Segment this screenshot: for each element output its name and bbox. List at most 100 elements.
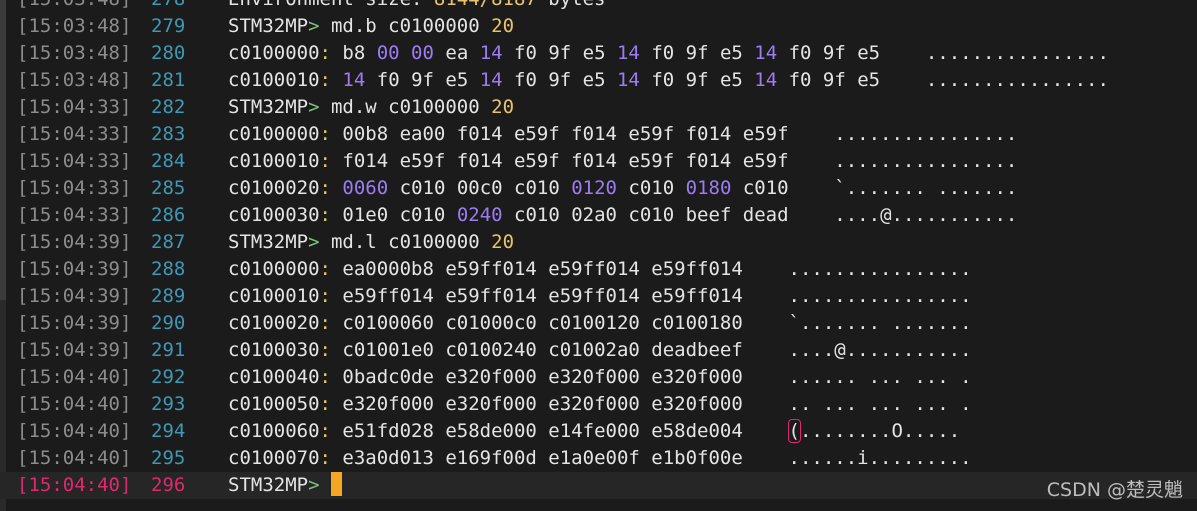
text-segment: 00 00 [376, 42, 434, 64]
terminal-line: [15:04:33] 285 c0100020: 0060 c010 00c0 c0… [0, 175, 1197, 202]
text-segment: 0120 [571, 177, 617, 199]
text-segment: f0 9f e5 ................ [777, 42, 1109, 64]
text-segment: c01001e0 c0100240 c01002a0 deadbeef ....… [330, 339, 972, 361]
text-segment: 01e0 c010 [330, 204, 457, 226]
text-cursor [330, 472, 342, 496]
text-segment: f0 9f e5 [502, 42, 617, 64]
text-segment: c010 [616, 177, 686, 199]
text-segment: > [308, 96, 331, 118]
line-content: c0100000: ea0000b8 e59ff014 e59ff014 e59… [228, 256, 972, 283]
terminal-line: [15:04:39] 291 c0100030: c01001e0 c0100240… [0, 337, 1197, 364]
timestamp: [15:04:33] [17, 96, 132, 118]
line-number: 289 [151, 285, 186, 307]
text-segment: STM32MP [228, 231, 309, 253]
text-segment: 14 [616, 42, 640, 64]
text-segment: c010 00c0 c010 [388, 177, 572, 199]
text-segment: c0100070 [228, 447, 320, 469]
timestamp: [15:04:40] [17, 474, 132, 496]
line-number: 286 [151, 204, 186, 226]
serial-terminal[interactable]: [15:03:48] 278 Environment size: 8144/8187… [0, 0, 1197, 511]
text-segment: : [319, 42, 331, 64]
line-number: 280 [151, 42, 186, 64]
text-segment: c0100060 [228, 420, 320, 442]
text-segment: e51fd028 e58de000 e14fe000 e58de004 [330, 420, 789, 442]
line-number: 293 [151, 393, 186, 415]
text-segment: ea0000b8 e59ff014 e59ff014 e59ff014 ....… [330, 258, 972, 280]
terminal-line: [15:04:40] 294 c0100060: e51fd028 e58de000… [0, 418, 1197, 445]
text-segment: : [319, 177, 331, 199]
text-segment: c0100040 [228, 366, 320, 388]
timestamp: [15:04:39] [17, 339, 132, 361]
text-segment: > [308, 474, 331, 496]
line-content: c0100000: b8 00 00 ea 14 f0 9f e5 14 f0 … [228, 40, 1109, 67]
line-number: 290 [151, 312, 186, 334]
terminal-line: [15:03:48] 280 c0100000: b8 00 00 ea 14 f0… [0, 40, 1197, 67]
terminal-line: [15:04:39] 288 c0100000: ea0000b8 e59ff014… [0, 256, 1197, 283]
line-number: 288 [151, 258, 186, 280]
text-segment: 14 [754, 42, 778, 64]
line-number: 284 [151, 150, 186, 172]
terminal-line: [15:04:39] 289 c0100010: e59ff014 e59ff014… [0, 283, 1197, 310]
text-segment: f0 9f e5 ................ [777, 69, 1109, 91]
terminal-line: [15:04:40] 295 c0100070: e3a0d013 e169f00d… [0, 445, 1197, 472]
text-segment: 20 [491, 96, 515, 118]
text-segment: c0100010 [228, 69, 320, 91]
text-segment: : [319, 204, 331, 226]
timestamp: [15:04:40] [17, 393, 132, 415]
text-segment: STM32MP [228, 96, 309, 118]
text-segment [331, 69, 342, 91]
text-segment: Environment size: [228, 0, 434, 10]
text-segment: : [319, 150, 331, 172]
line-number: 282 [151, 96, 186, 118]
text-segment: c0100000 [228, 258, 320, 280]
text-segment: c010 `....... ....... [731, 177, 1018, 199]
timestamp: [15:03:48] [17, 0, 131, 13]
text-segment: c0100000 [228, 123, 320, 145]
line-content: c0100030: c01001e0 c0100240 c01002a0 dea… [228, 337, 972, 364]
text-segment: : [319, 339, 331, 361]
line-content: c0100060: e51fd028 e58de000 e14fe000 e58… [228, 418, 960, 445]
text-segment: c0100010 [228, 150, 320, 172]
text-segment: e3a0d013 e169f00d e1a0e00f e1b0f00e ....… [330, 447, 972, 469]
timestamp: [15:04:40] [17, 447, 132, 469]
text-segment: f0 9f e5 [502, 69, 617, 91]
line-content: c0100050: e320f000 e320f000 e320f000 e32… [228, 391, 972, 418]
line-content: Environment size: 8144/8187 bytes [228, 0, 606, 13]
timestamp: [15:04:39] [17, 312, 132, 334]
terminal-line-current: [15:04:40] 296 STM32MP> [0, 472, 1197, 499]
text-segment: : [319, 447, 331, 469]
line-number: 295 [151, 447, 186, 469]
text-segment: : [319, 69, 331, 91]
text-segment: : [319, 123, 331, 145]
text-segment: e320f000 e320f000 e320f000 e320f000 .. .… [330, 393, 972, 415]
text-segment: c0100000 [228, 42, 320, 64]
text-segment: 8144/8187 [434, 0, 537, 10]
line-content: STM32MP> md.l c0100000 20 [228, 229, 514, 256]
text-segment: c0100020 [228, 177, 320, 199]
text-segment: bytes [537, 0, 605, 10]
line-content: c0100010: f014 e59f f014 e59f f014 e59f … [228, 148, 1017, 175]
text-segment: f0 9f e5 [365, 69, 480, 91]
text-segment: c0100020 [228, 312, 320, 334]
text-segment: ( [787, 419, 802, 443]
line-content: c0100000: 00b8 ea00 f014 e59f f014 e59f … [228, 121, 1017, 148]
line-number: 296 [151, 474, 186, 496]
line-number: 292 [151, 366, 186, 388]
text-segment: STM32MP [228, 15, 309, 37]
terminal-line: [15:04:33] 283 c0100000: 00b8 ea00 f014 e5… [0, 121, 1197, 148]
text-segment: md.l c0100000 [330, 231, 492, 253]
text-segment: c0100050 [228, 393, 320, 415]
text-segment: 20 [491, 231, 515, 253]
timestamp: [15:04:39] [17, 285, 132, 307]
line-number: 279 [151, 15, 186, 37]
text-segment: md.b c0100000 [330, 15, 492, 37]
text-segment: 0badc0de e320f000 e320f000 e320f000 ....… [330, 366, 972, 388]
text-segment: 14 [342, 69, 366, 91]
timestamp: [15:04:33] [17, 123, 132, 145]
line-number: 285 [151, 177, 186, 199]
terminal-line: [15:04:40] 293 c0100050: e320f000 e320f000… [0, 391, 1197, 418]
terminal-line: [15:04:33] 286 c0100030: 01e0 c010 0240 c0… [0, 202, 1197, 229]
text-segment: c0100060 c01000c0 c0100120 c0100180 `...… [330, 312, 972, 334]
terminal-line: [15:03:48] 279 STM32MP> md.b c0100000 20 [0, 13, 1197, 40]
line-content: c0100020: c0100060 c01000c0 c0100120 c01… [228, 310, 972, 337]
